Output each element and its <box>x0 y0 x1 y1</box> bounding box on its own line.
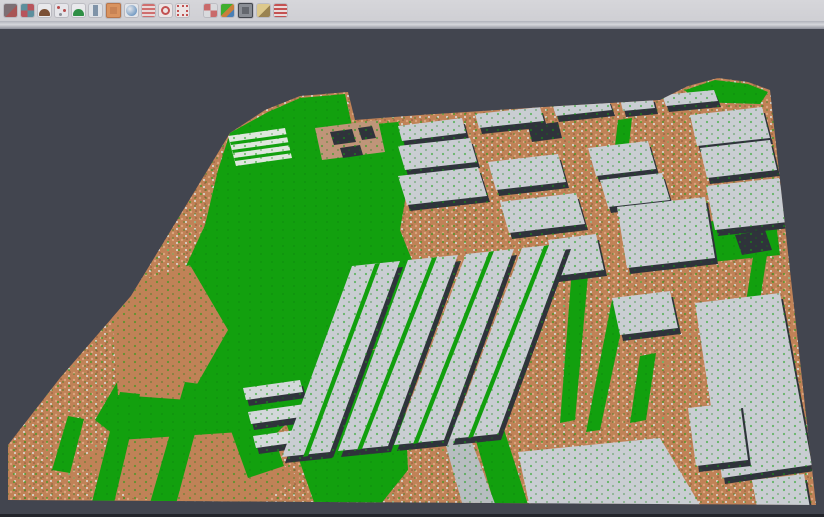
vegetation-icon[interactable] <box>72 4 85 17</box>
point-cloud-icon[interactable] <box>55 4 68 17</box>
toolbar <box>0 0 824 21</box>
flag-icon[interactable] <box>274 4 287 17</box>
globe-icon[interactable] <box>125 4 138 17</box>
report-icon[interactable] <box>142 4 155 17</box>
green-noise <box>8 78 816 505</box>
camera-icon[interactable] <box>238 3 253 18</box>
target-icon[interactable] <box>159 4 172 17</box>
orthophoto-icon[interactable] <box>106 3 121 18</box>
app-window <box>0 0 824 517</box>
profile-icon[interactable] <box>89 4 102 17</box>
measure-icon[interactable] <box>257 4 270 17</box>
terrain-icon[interactable] <box>38 4 51 17</box>
open-icon[interactable] <box>4 4 17 17</box>
crop-region-icon[interactable] <box>176 4 189 17</box>
texture-icon[interactable] <box>204 4 217 17</box>
viewport-3d-container <box>0 29 824 517</box>
align-icon[interactable] <box>21 4 34 17</box>
classification-icon[interactable] <box>221 4 234 17</box>
toolbar-bevel <box>0 21 824 29</box>
viewport-3d[interactable] <box>0 29 824 517</box>
